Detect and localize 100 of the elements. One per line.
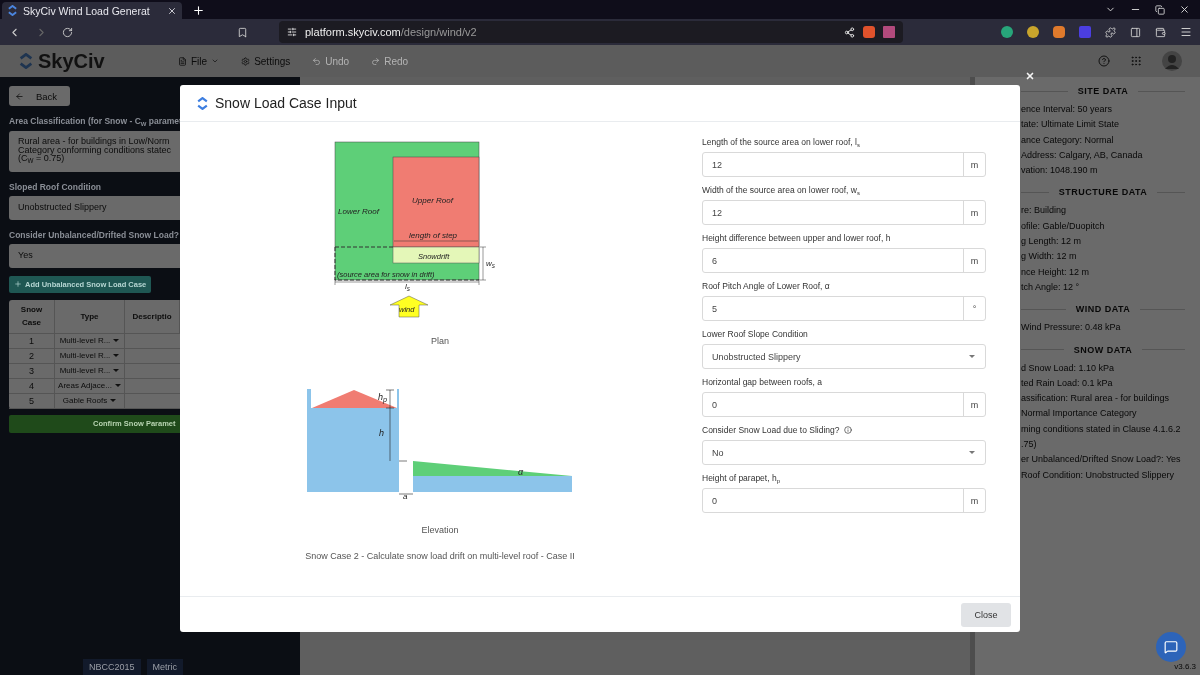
section-heading: SNOW DATA	[1073, 344, 1133, 355]
caret-icon	[211, 57, 220, 65]
diagram-caption: Elevation	[421, 525, 459, 535]
data-line: ted Rain Load: 0.1 kPa	[1021, 376, 1114, 390]
bookmark-icon[interactable]	[237, 26, 248, 38]
share-icon[interactable]	[844, 26, 855, 38]
info-icon[interactable]	[843, 426, 852, 434]
data-line: ance Category: Normal	[1021, 133, 1115, 147]
section-heading: WIND DATA	[1075, 304, 1131, 315]
field-label: Height difference between upper and lower roof, h	[702, 232, 892, 244]
modal-title: Snow Load Case Input	[215, 95, 357, 111]
data-line: er Unbalanced/Drifted Snow Load?: Yes	[1021, 453, 1182, 467]
menu-item[interactable]: Settings	[241, 55, 291, 67]
select-field[interactable]: Yes	[9, 243, 180, 268]
data-line: d Snow Load: 1.10 kPa	[1021, 361, 1116, 375]
data-line: g Width: 12 m	[1021, 250, 1078, 264]
browser-tab[interactable]: SkyCiv Wind Load Generat	[2, 2, 182, 19]
select-field[interactable]: Unobstructed Slippery	[702, 344, 986, 369]
close-window-icon[interactable]	[1179, 4, 1190, 15]
logo-icon	[18, 53, 34, 69]
extension-icon[interactable]	[1027, 26, 1039, 38]
data-line: Normal Importance Category	[1021, 407, 1138, 421]
type-dropdown[interactable]: Multi-level R...	[55, 363, 125, 379]
select-field[interactable]: No	[702, 440, 986, 465]
diagram-caption: Plan	[431, 336, 449, 346]
close-icon[interactable]	[1025, 71, 1035, 81]
apps-icon[interactable]	[1130, 55, 1142, 67]
field-label: Sloped Roof Condition	[9, 181, 103, 192]
select-field[interactable]: Rural area - for buildings in Low/Norm Category conforming conditions statec (C$_{W}$ = 0.75)	[9, 131, 180, 172]
input-field[interactable]: 5 °	[702, 296, 986, 321]
undo-icon	[312, 56, 322, 66]
data-line: assification: Rural area - for buildings	[1021, 392, 1171, 406]
data-line: Roof Condition: Unobstructed Slippery	[1021, 468, 1176, 482]
diagram-label: w$_{s}$	[486, 259, 495, 269]
select-field[interactable]: Unobstructed Slippery	[9, 195, 180, 220]
diagram-label: h	[379, 428, 384, 438]
field-label: Width of the source area on lower roof, w$_{s}$	[702, 184, 861, 196]
extension-icon[interactable]	[1053, 26, 1065, 38]
new-tab-icon[interactable]	[192, 4, 205, 17]
table-cell: 1	[9, 333, 55, 349]
plus-icon	[14, 280, 22, 288]
menu-icon[interactable]	[1180, 26, 1192, 38]
table-cell: 2	[9, 348, 55, 364]
field-label: Consider Unbalanced/Drifted Snow Load?	[9, 229, 180, 240]
footer-button[interactable]: NBCC2015	[83, 659, 141, 675]
diagram-label: l$_{s}$	[405, 282, 410, 292]
caret-icon	[969, 355, 975, 358]
sidebar-icon[interactable]	[1130, 26, 1141, 38]
close-tab-icon[interactable]	[167, 5, 177, 16]
input-field[interactable]: 12 m	[702, 200, 986, 225]
diagram-label: h$_{p}$	[378, 392, 387, 404]
section-heading: STRUCTURE DATA	[1058, 187, 1148, 198]
footer-button[interactable]: Metric	[146, 659, 184, 675]
input-field[interactable]: 12 m	[702, 152, 986, 177]
close-button[interactable]: Close	[961, 602, 1011, 627]
input-field[interactable]: 0 m	[702, 488, 986, 513]
extensions-icon[interactable]	[1105, 26, 1116, 38]
diagram-label: Lower Roof	[338, 207, 379, 216]
field-label: Horizontal gap between roofs, a	[702, 376, 824, 388]
field-label: Height of parapet, h$_{p}$	[702, 472, 781, 484]
type-dropdown[interactable]: Areas Adjace...	[55, 378, 125, 394]
input-field[interactable]: 0 m	[702, 392, 986, 417]
column-header: Type	[55, 299, 125, 334]
caret-icon	[969, 451, 975, 454]
logo-icon	[196, 96, 209, 110]
restore-icon[interactable]	[1155, 4, 1165, 15]
data-line: ofile: Gable/Duopitch	[1021, 219, 1106, 233]
logo-icon	[7, 5, 18, 16]
type-dropdown[interactable]: Gable Roofs	[55, 393, 125, 409]
help-icon[interactable]	[1098, 55, 1110, 67]
data-line: tch Angle: 12 °	[1021, 280, 1081, 294]
diagram-label: Upper Roof	[412, 196, 453, 205]
data-line: ence Interval: 50 years	[1021, 103, 1114, 116]
data-line: Address: Calgary, AB, Canada	[1021, 148, 1144, 162]
menu-item[interactable]: File	[178, 55, 220, 67]
avatar-icon[interactable]	[1162, 51, 1182, 71]
file-icon	[178, 56, 187, 66]
data-line: nce Height: 12 m	[1021, 265, 1091, 279]
data-line: g Length: 12 m	[1021, 235, 1083, 249]
data-line: ming conditions stated in Clause 4.1.6.2	[1021, 422, 1182, 436]
app-logo[interactable]: SkyCiv	[18, 49, 178, 73]
reload-icon[interactable]	[62, 26, 73, 38]
data-line: vation: 1048.190 m	[1021, 164, 1099, 178]
version-text: v3.6.3	[1174, 662, 1196, 671]
input-field[interactable]: 6 m	[702, 248, 986, 273]
back-button[interactable]: Back	[9, 86, 70, 106]
table-cell: 5	[9, 393, 55, 409]
field-label: Consider Snow Load due to Sliding?	[702, 424, 986, 436]
wallet-icon[interactable]	[1155, 26, 1166, 38]
chat-icon	[1164, 640, 1178, 654]
extension-icon[interactable]	[1001, 26, 1013, 38]
diagram-label: length of step	[409, 231, 458, 240]
diagram-label: a	[403, 492, 408, 501]
diagram-label: α	[518, 467, 524, 477]
settings-icon	[241, 56, 251, 66]
data-line: re: Building	[1021, 204, 1068, 218]
type-dropdown[interactable]: Multi-level R...	[55, 348, 125, 364]
type-dropdown[interactable]: Multi-level R...	[55, 333, 125, 349]
address-bar[interactable]: platform.skyciv.com/design/wind/v2	[279, 21, 903, 43]
table-cell: 3	[9, 363, 55, 379]
